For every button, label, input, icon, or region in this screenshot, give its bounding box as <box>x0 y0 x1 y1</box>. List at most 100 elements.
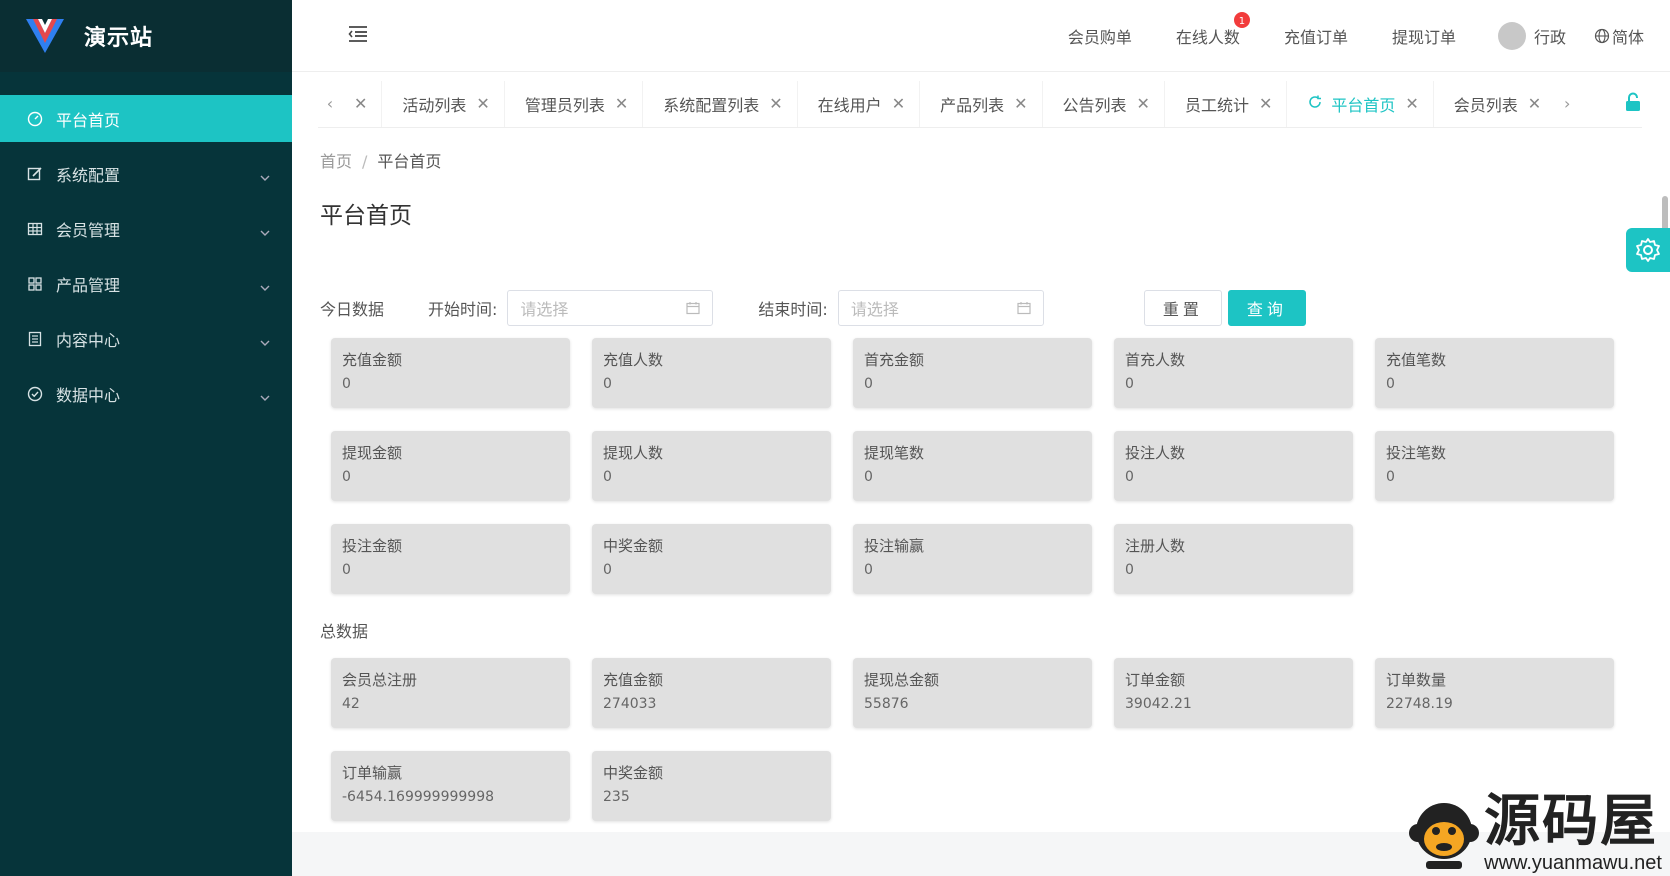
stat-card: 提现总金额 55876 <box>853 658 1092 728</box>
stat-card: 投注金额 0 <box>331 524 570 594</box>
online-users-link[interactable]: 在线人数 1 <box>1175 10 1252 48</box>
stat-card: 投注笔数 0 <box>1375 431 1614 501</box>
app-title: 演示站 <box>84 26 154 51</box>
stat-label: 投注笔数 <box>1386 444 1447 462</box>
stat-card: 充值金额 274033 <box>592 658 831 728</box>
stat-label: 提现人数 <box>603 444 664 462</box>
stat-card: 投注输赢 0 <box>853 524 1092 594</box>
close-icon[interactable]: ✕ <box>354 94 367 113</box>
stat-card: 提现笔数 0 <box>853 431 1092 501</box>
avatar[interactable] <box>1497 22 1526 50</box>
stat-value: 0 <box>342 562 351 578</box>
tab-label: 系统配置列表 <box>663 95 760 115</box>
stat-value: 274033 <box>603 696 657 712</box>
stat-value: 0 <box>342 376 351 392</box>
close-icon[interactable]: ✕ <box>769 94 782 113</box>
reset-button[interactable]: 重置 <box>1143 290 1222 326</box>
tab-system-config-list[interactable]: 系统配置列表 ✕ <box>643 80 798 127</box>
edit-icon <box>26 165 44 183</box>
close-icon[interactable]: ✕ <box>892 94 905 113</box>
stat-value: 0 <box>864 562 873 578</box>
chevron-down-icon <box>260 387 270 406</box>
stat-card: 订单输赢 -6454.169999999998 <box>331 751 570 821</box>
recharge-orders-link[interactable]: 充值订单 <box>1284 24 1348 48</box>
start-time-placeholder: 请选择 <box>520 300 569 319</box>
stat-label: 投注金额 <box>342 537 403 555</box>
settings-button[interactable] <box>1626 228 1670 272</box>
chevron-down-icon <box>260 332 270 351</box>
stat-value: 235 <box>603 789 630 805</box>
stat-card: 注册人数 0 <box>1114 524 1353 594</box>
sidebar-item-label: 系统配置 <box>56 165 121 185</box>
close-icon[interactable]: ✕ <box>1014 94 1027 113</box>
stat-label: 提现金额 <box>342 444 403 462</box>
stat-value: 0 <box>1125 469 1134 485</box>
stat-card: 投注人数 0 <box>1114 431 1353 501</box>
document-icon <box>26 330 44 348</box>
grid-icon <box>26 275 44 293</box>
language-switcher[interactable]: 简体 <box>1594 24 1644 48</box>
sidebar-item-label: 数据中心 <box>56 385 121 405</box>
stat-card: 订单金额 39042.21 <box>1114 658 1353 728</box>
stat-label: 订单数量 <box>1386 671 1447 689</box>
tab-scroll-left-icon[interactable]: ‹ <box>318 94 342 113</box>
stat-label: 投注输赢 <box>864 537 925 555</box>
tab-bar: ‹ ✕ 活动列表 ✕ 管理员列表 ✕ 系统配置列表 ✕ 在线用户 ✕ 产品列表 … <box>318 80 1642 128</box>
sidebar-item-dashboard[interactable]: 平台首页 <box>0 95 292 142</box>
header-actions: 会员购单 在线人数 1 充值订单 提现订单 行政 简体 <box>1024 0 1644 72</box>
sidebar-item-data-center[interactable]: 数据中心 <box>0 370 292 417</box>
breadcrumb-current: 平台首页 <box>377 152 442 171</box>
menu-fold-icon[interactable] <box>346 22 370 46</box>
close-icon[interactable]: ✕ <box>1405 94 1418 113</box>
tab-online-users[interactable]: 在线用户 ✕ <box>798 80 921 127</box>
end-time-placeholder: 请选择 <box>850 300 899 319</box>
stat-label: 中奖金额 <box>603 764 664 782</box>
stat-value: 0 <box>864 376 873 392</box>
watermark-text: 源码屋 www.yuanmawu.net <box>1484 792 1662 875</box>
start-time-label: 开始时间: <box>428 300 498 319</box>
member-orders-link[interactable]: 会员购单 <box>1068 24 1132 48</box>
tab-staff-stats[interactable]: 员工统计 ✕ <box>1165 80 1288 127</box>
tab-scroll-right-icon[interactable]: › <box>1555 94 1579 113</box>
lock-icon[interactable] <box>1624 92 1642 116</box>
tab-dashboard[interactable]: 平台首页 ✕ <box>1287 80 1434 127</box>
sidebar-item-content-center[interactable]: 内容中心 <box>0 315 292 362</box>
online-users-label: 在线人数 <box>1175 28 1240 47</box>
tab-member-list[interactable]: 会员列表 ✕ <box>1434 81 1555 127</box>
end-time-label: 结束时间: <box>758 300 828 319</box>
stat-label: 充值金额 <box>603 671 664 689</box>
tab-label: 在线用户 <box>817 95 882 115</box>
tab-admin-list[interactable]: 管理员列表 ✕ <box>505 80 644 127</box>
close-icon[interactable]: ✕ <box>615 94 628 113</box>
tab-partial[interactable]: ✕ <box>342 80 383 127</box>
notification-badge: 1 <box>1231 10 1252 30</box>
watermark-url: www.yuanmawu.net <box>1484 852 1662 874</box>
stat-value: 22748.19 <box>1386 696 1453 712</box>
tab-label: 平台首页 <box>1331 95 1396 115</box>
sidebar-item-product-management[interactable]: 产品管理 <box>0 260 292 307</box>
end-time-picker[interactable]: 请选择 <box>837 290 1044 326</box>
refresh-icon[interactable] <box>1307 94 1323 114</box>
sidebar-item-label: 平台首页 <box>56 110 121 130</box>
sidebar-item-system-config[interactable]: 系统配置 <box>0 150 292 197</box>
close-icon[interactable]: ✕ <box>1137 94 1150 113</box>
query-button[interactable]: 查询 <box>1227 290 1306 326</box>
close-icon[interactable]: ✕ <box>1259 94 1272 113</box>
tab-activity-list[interactable]: 活动列表 ✕ <box>382 80 505 127</box>
start-time-picker[interactable]: 请选择 <box>507 290 714 326</box>
stat-value: 0 <box>1386 376 1395 392</box>
close-icon[interactable]: ✕ <box>1528 94 1541 113</box>
sidebar-item-member-management[interactable]: 会员管理 <box>0 205 292 252</box>
stat-card: 订单数量 22748.19 <box>1375 658 1614 728</box>
sidebar-item-label: 会员管理 <box>56 220 121 240</box>
stat-value: 0 <box>342 469 351 485</box>
close-icon[interactable]: ✕ <box>476 94 489 113</box>
tab-product-list[interactable]: 产品列表 ✕ <box>920 80 1043 127</box>
watermark: 源码屋 www.yuanmawu.net <box>1408 792 1662 874</box>
user-name[interactable]: 行政 <box>1534 24 1566 48</box>
stat-label: 订单金额 <box>1125 671 1186 689</box>
breadcrumb-home[interactable]: 首页 <box>320 152 352 171</box>
tab-notice-list[interactable]: 公告列表 ✕ <box>1043 80 1165 127</box>
withdraw-orders-link[interactable]: 提现订单 <box>1392 24 1456 48</box>
calendar-icon <box>686 302 701 315</box>
